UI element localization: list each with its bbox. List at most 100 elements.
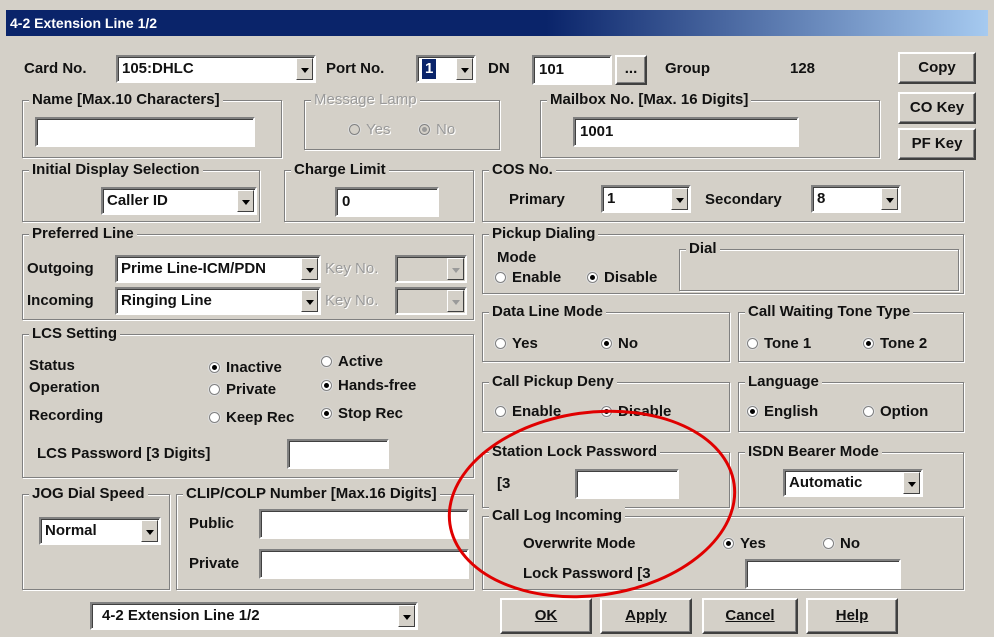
secondary-select[interactable]: 8 bbox=[811, 185, 901, 213]
chevron-down-icon[interactable] bbox=[237, 190, 254, 212]
pickup-enable-radio[interactable]: Enable bbox=[495, 269, 561, 287]
lock-password-label: Lock Password [3 bbox=[523, 565, 651, 582]
chevron-down-icon[interactable] bbox=[456, 58, 473, 80]
data-line-yes-radio[interactable]: Yes bbox=[495, 335, 538, 353]
chevron-down-icon[interactable] bbox=[671, 188, 688, 210]
pickup-dialing-title: Pickup Dialing bbox=[489, 225, 599, 243]
port-no-value: 1 bbox=[422, 59, 437, 79]
name-group-title: Name [Max.10 Characters] bbox=[29, 91, 223, 109]
initial-display-select[interactable]: Caller ID bbox=[101, 187, 257, 215]
pickup-disable-radio[interactable]: Disable bbox=[587, 269, 657, 287]
station-lock-prefix: [3 bbox=[497, 475, 511, 492]
recording-stop-label: Stop Rec bbox=[338, 405, 404, 422]
status-inactive-radio[interactable]: Inactive bbox=[209, 359, 282, 377]
cancel-button-label: Cancel bbox=[725, 607, 775, 624]
apply-button[interactable]: Apply bbox=[600, 598, 692, 634]
status-active-radio[interactable]: Active bbox=[321, 353, 383, 371]
primary-select[interactable]: 1 bbox=[601, 185, 691, 213]
chevron-down-icon[interactable] bbox=[301, 258, 318, 280]
chevron-down-icon[interactable] bbox=[398, 605, 415, 627]
name-field[interactable] bbox=[35, 117, 255, 147]
chevron-down-icon bbox=[447, 258, 464, 280]
call-pickup-deny-group: Call Pickup Deny Enable Disable bbox=[482, 373, 730, 432]
outgoing-select[interactable]: Prime Line-ICM/PDN bbox=[115, 255, 321, 283]
ok-button-label: OK bbox=[534, 607, 558, 624]
dialog-window: 4-2 Extension Line 1/2 Card No. 105:DHLC… bbox=[0, 0, 994, 637]
jog-select[interactable]: Normal bbox=[39, 517, 161, 545]
name-group: Name [Max.10 Characters] bbox=[22, 91, 282, 158]
clip-title: CLIP/COLP Number [Max.16 Digits] bbox=[183, 485, 440, 503]
radio-icon bbox=[321, 379, 332, 391]
radio-icon bbox=[601, 405, 612, 417]
pf-key-button[interactable]: PF Key bbox=[898, 128, 976, 160]
operation-handsfree-radio[interactable]: Hands-free bbox=[321, 377, 416, 395]
chevron-down-icon[interactable] bbox=[903, 472, 920, 494]
card-no-select[interactable]: 105:DHLC bbox=[116, 55, 316, 83]
tone1-radio[interactable]: Tone 1 bbox=[747, 335, 811, 353]
radio-icon bbox=[349, 123, 360, 135]
apply-button-label: Apply bbox=[625, 607, 667, 624]
group-value: 128 bbox=[790, 60, 816, 77]
overwrite-yes-label: Yes bbox=[740, 535, 766, 552]
incoming-select[interactable]: Ringing Line bbox=[115, 287, 321, 315]
recording-keep-radio[interactable]: Keep Rec bbox=[209, 409, 294, 427]
preferred-line-title: Preferred Line bbox=[29, 225, 137, 243]
card-no-value: 105:DHLC bbox=[122, 60, 194, 77]
tone2-label: Tone 2 bbox=[880, 335, 928, 352]
message-lamp-no: No bbox=[419, 121, 455, 139]
private-field[interactable] bbox=[259, 549, 469, 579]
message-lamp-title: Message Lamp bbox=[311, 91, 420, 109]
copy-button[interactable]: Copy bbox=[898, 52, 976, 84]
lock-password-field[interactable] bbox=[745, 559, 901, 589]
data-line-no-label: No bbox=[618, 335, 638, 352]
incoming-label: Incoming bbox=[27, 292, 94, 309]
cos-group: COS No. Primary 1 Secondary 8 bbox=[482, 161, 964, 222]
cos-title: COS No. bbox=[489, 161, 556, 179]
overwrite-no-radio[interactable]: No bbox=[823, 535, 860, 553]
cancel-button[interactable]: Cancel bbox=[702, 598, 798, 634]
chevron-down-icon[interactable] bbox=[881, 188, 898, 210]
lcs-password-label: LCS Password [3 Digits] bbox=[37, 445, 211, 462]
dn-field[interactable]: 101 bbox=[532, 55, 612, 85]
isdn-select[interactable]: Automatic bbox=[783, 469, 923, 497]
language-english-radio[interactable]: English bbox=[747, 403, 818, 421]
primary-value: 1 bbox=[607, 190, 616, 207]
data-line-no-radio[interactable]: No bbox=[601, 335, 638, 353]
language-option-radio[interactable]: Option bbox=[863, 403, 928, 421]
recording-stop-radio[interactable]: Stop Rec bbox=[321, 405, 403, 423]
operation-private-radio[interactable]: Private bbox=[209, 381, 276, 399]
initial-display-value: Caller ID bbox=[107, 192, 168, 209]
status-inactive-label: Inactive bbox=[226, 359, 282, 376]
recording-keep-label: Keep Rec bbox=[226, 409, 295, 426]
overwrite-yes-radio[interactable]: Yes bbox=[723, 535, 766, 553]
isdn-title: ISDN Bearer Mode bbox=[745, 443, 882, 461]
help-button[interactable]: Help bbox=[806, 598, 898, 634]
public-field[interactable] bbox=[259, 509, 469, 539]
chevron-down-icon[interactable] bbox=[141, 520, 158, 542]
radio-icon bbox=[863, 405, 874, 417]
mailbox-field[interactable]: 1001 bbox=[573, 117, 799, 147]
tone2-radio[interactable]: Tone 2 bbox=[863, 335, 927, 353]
station-lock-group: Station Lock Password [3 bbox=[482, 443, 730, 508]
chevron-down-icon[interactable] bbox=[296, 58, 313, 80]
page-select[interactable]: 4-2 Extension Line 1/2 bbox=[90, 602, 418, 630]
language-group: Language English Option bbox=[738, 373, 964, 432]
port-no-select[interactable]: 1 bbox=[416, 55, 476, 83]
radio-icon bbox=[495, 271, 506, 283]
co-key-button[interactable]: CO Key bbox=[898, 92, 976, 124]
radio-icon bbox=[495, 405, 506, 417]
pickup-deny-disable-radio[interactable]: Disable bbox=[601, 403, 671, 421]
status-label: Status bbox=[29, 357, 75, 374]
charge-limit-field[interactable]: 0 bbox=[335, 187, 439, 217]
lcs-password-field[interactable] bbox=[287, 439, 389, 469]
dn-browse-button[interactable]: ... bbox=[615, 55, 647, 85]
pickup-deny-enable-radio[interactable]: Enable bbox=[495, 403, 561, 421]
chevron-down-icon[interactable] bbox=[301, 290, 318, 312]
station-lock-field[interactable] bbox=[575, 469, 679, 499]
ok-button[interactable]: OK bbox=[500, 598, 592, 634]
mailbox-group: Mailbox No. [Max. 16 Digits] 1001 bbox=[540, 91, 880, 158]
dial-label: Dial bbox=[686, 240, 720, 258]
operation-private-label: Private bbox=[226, 381, 277, 398]
jog-dial-group: JOG Dial Speed Normal bbox=[22, 485, 170, 590]
outgoing-key-no-label: Key No. bbox=[325, 260, 379, 277]
